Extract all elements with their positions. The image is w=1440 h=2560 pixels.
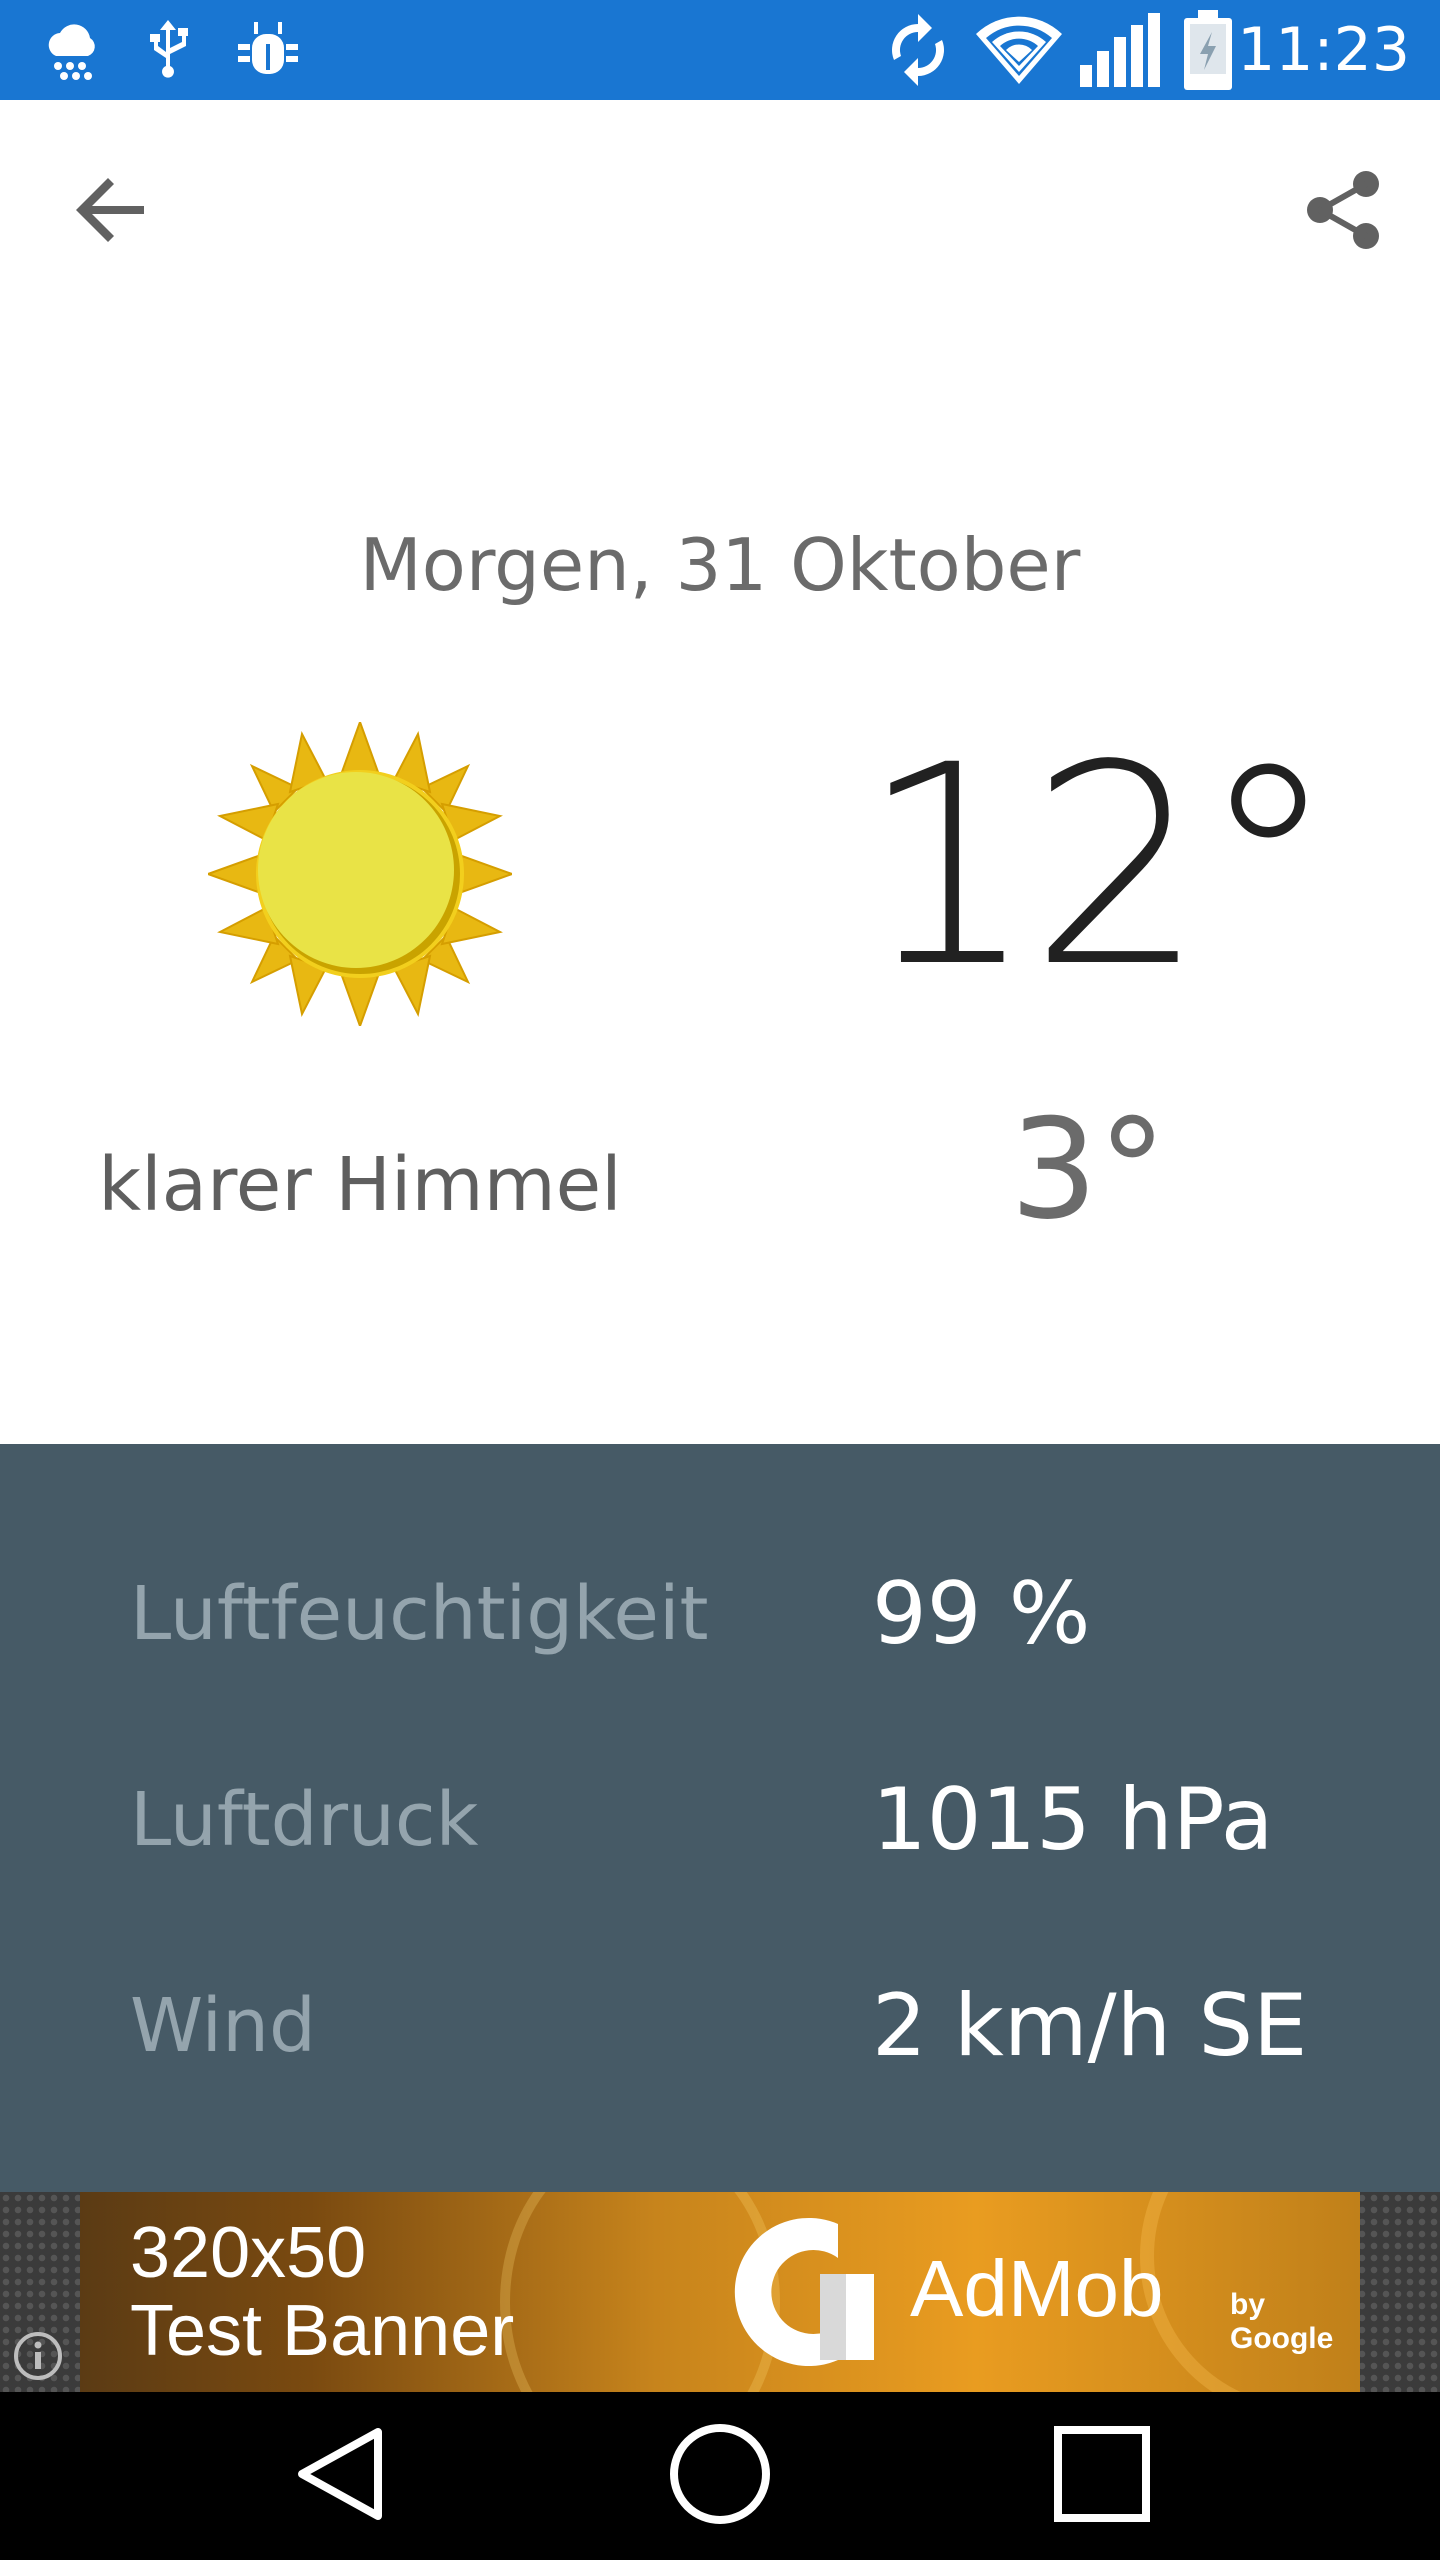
cell-signal-icon xyxy=(1080,0,1162,100)
admob-logo-icon xyxy=(720,2214,890,2374)
ad-text: 320x50 Test Banner xyxy=(130,2213,515,2371)
app-bar xyxy=(0,100,1440,324)
ad-by-google: by Google xyxy=(1230,2288,1334,2355)
forecast-date: Morgen, 31 Oktober xyxy=(359,523,1081,607)
sun-icon xyxy=(205,719,515,1029)
detail-label: Wind xyxy=(130,1983,316,2069)
sync-icon xyxy=(882,0,954,100)
detail-value: 2 km/h SE xyxy=(872,1976,1308,2076)
nav-home-button[interactable] xyxy=(650,2406,790,2546)
nav-recents-button[interactable] xyxy=(1032,2406,1172,2546)
detail-value: 99 % xyxy=(872,1564,1091,1664)
share-button[interactable] xyxy=(1288,156,1400,268)
home-circle-icon xyxy=(668,2422,772,2530)
back-triangle-icon xyxy=(290,2424,390,2528)
weather-details-panel: Luftfeuchtigkeit 99 % Luftdruck 1015 hPa… xyxy=(0,1444,1440,2192)
detail-row-wind: Wind 2 km/h SE xyxy=(0,1966,1440,2086)
debug-bug-icon xyxy=(234,0,302,100)
detail-label: Luftdruck xyxy=(130,1777,479,1863)
temperature-high: 12° xyxy=(860,707,1337,1028)
temperature-low: 3° xyxy=(1010,1089,1167,1250)
battery-charging-icon xyxy=(1182,0,1234,100)
wifi-icon xyxy=(976,0,1062,100)
navigation-bar xyxy=(0,2392,1440,2560)
ad-brand: AdMob xyxy=(910,2244,1164,2333)
status-bar: 11:23 xyxy=(0,0,1440,100)
arrow-back-icon xyxy=(76,174,148,250)
detail-row-pressure: Luftdruck 1015 hPa xyxy=(0,1760,1440,1880)
weather-rain-icon xyxy=(40,0,104,100)
detail-label: Luftfeuchtigkeit xyxy=(130,1571,709,1657)
nav-back-button[interactable] xyxy=(270,2406,410,2546)
weather-condition: klarer Himmel xyxy=(98,1142,622,1228)
back-button[interactable] xyxy=(56,156,168,268)
ad-creative[interactable]: 320x50 Test Banner AdMob by Google xyxy=(80,2192,1360,2392)
status-clock: 11:23 xyxy=(1237,15,1410,85)
share-icon xyxy=(1306,170,1382,254)
usb-icon xyxy=(140,0,196,100)
recents-square-icon xyxy=(1054,2426,1150,2526)
detail-row-humidity: Luftfeuchtigkeit 99 % xyxy=(0,1554,1440,1674)
detail-value: 1015 hPa xyxy=(872,1770,1274,1870)
info-icon[interactable] xyxy=(10,2328,66,2384)
ad-banner[interactable]: 320x50 Test Banner AdMob by Google xyxy=(0,2192,1440,2392)
